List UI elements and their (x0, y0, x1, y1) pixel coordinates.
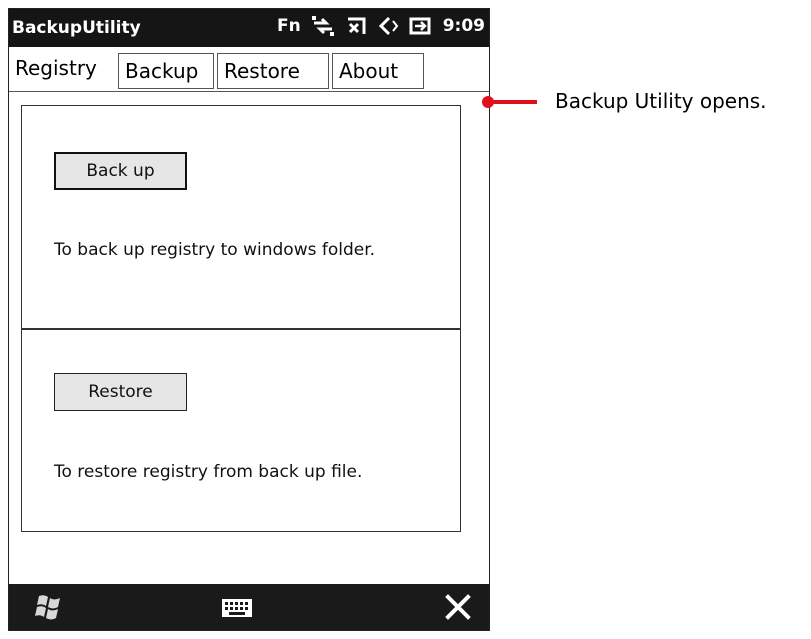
device-screen: BackupUtility Fn 9:09 Registry Backup Re… (8, 8, 490, 631)
close-icon[interactable] (443, 592, 473, 626)
tab-strip: Registry Backup Restore About (9, 47, 489, 92)
clock-time[interactable]: 9:09 (443, 16, 485, 36)
tab-registry[interactable]: Registry (11, 51, 115, 90)
backup-panel: Back up To back up registry to windows f… (21, 105, 461, 329)
signal-off-icon[interactable] (345, 15, 367, 37)
tab-about[interactable]: About (332, 53, 424, 89)
tab-backup[interactable]: Backup (118, 53, 214, 89)
status-area: Fn 9:09 (277, 15, 485, 37)
restore-description: To restore registry from back up file. (54, 462, 363, 482)
tab-restore[interactable]: Restore (217, 53, 329, 89)
restore-panel: Restore To restore registry from back up… (21, 329, 461, 532)
windows-start-icon[interactable] (35, 593, 65, 625)
backup-description: To back up registry to windows folder. (54, 240, 376, 260)
back-up-button[interactable]: Back up (54, 152, 187, 190)
bottom-taskbar (9, 584, 489, 630)
battery-charging-icon[interactable] (409, 15, 433, 37)
keyboard-icon[interactable] (221, 598, 253, 622)
connectivity-icon[interactable] (311, 15, 335, 37)
fn-indicator: Fn (276, 16, 301, 36)
restore-button[interactable]: Restore (54, 373, 187, 411)
callout-line (493, 100, 537, 104)
volume-off-icon[interactable] (377, 15, 399, 37)
title-bar: BackupUtility Fn 9:09 (9, 9, 489, 47)
callout-text: Backup Utility opens. (555, 89, 767, 113)
app-title: BackupUtility (12, 18, 141, 38)
